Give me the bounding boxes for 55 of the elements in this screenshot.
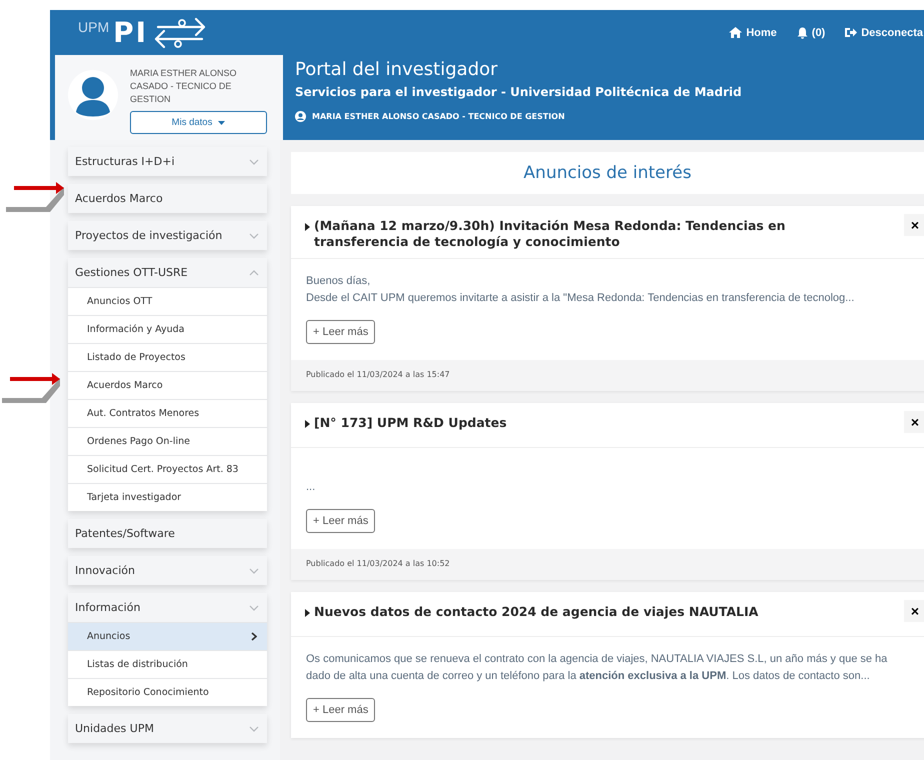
notifications-link[interactable]: (0) [796, 26, 826, 38]
user-name: MARIA ESTHER ALONSO CASADO - TECNICO DE GESTION [130, 67, 238, 106]
publish-date: Publicado el 11/03/2024 a las 15:47 [306, 370, 450, 379]
announcement-title: [N° 173] UPM R&D Updates [314, 415, 508, 431]
read-more-button[interactable]: + Leer más [306, 320, 376, 344]
section-heading: Anuncios de interés [291, 152, 924, 194]
announcement-text: dado de alta una cuenta de correo y un teléfono para la atención exclusiva a la UPM. Los datos de contacto son... [306, 669, 871, 684]
page-title: Portal del investigador [295, 58, 499, 82]
sidebar-item[interactable]: Proyectos de investigación [68, 221, 267, 250]
announcement-text: ... [306, 480, 316, 495]
sidebar-subitem[interactable]: Ordenes Pago On-line [68, 427, 267, 455]
read-more-button[interactable]: + Leer más [306, 509, 376, 533]
sidebar-item[interactable]: Estructuras I+D+i [68, 147, 267, 176]
user-role: MARIA ESTHER ALONSO CASADO - TECNICO DE GESTION [312, 112, 565, 121]
sidebar-subitem[interactable]: Solicitud Cert. Proyectos Art. 83 [68, 455, 267, 483]
chevron-right-icon [251, 632, 257, 641]
logout-link[interactable]: Desconecta [845, 26, 923, 38]
sidebar-subitem[interactable]: Información y Ayuda [68, 315, 267, 343]
page-subtitle: Servicios para el investigador - Universidad Politécnica de Madrid [295, 85, 742, 99]
caret-right-icon [305, 223, 310, 231]
avatar-icon [68, 70, 118, 120]
sidebar-item[interactable]: Gestiones OTT-USRE [68, 258, 267, 287]
caret-right-icon [305, 609, 310, 617]
sidebar-subitem[interactable]: Anuncios [68, 622, 267, 650]
announcement-text: Desde el CAIT UPM queremos invitarte a asistir a la "Mesa Redonda: Tendencias en transferencia de tecnolog... [306, 291, 856, 306]
sign-out-icon [845, 27, 858, 38]
announcement-text: Buenos días, [306, 274, 372, 289]
sidebar-item[interactable]: Información [68, 593, 267, 622]
logo-text: PI [113, 18, 148, 48]
home-link[interactable]: Home [729, 26, 777, 38]
sidebar-item[interactable]: Patentes/Software [68, 519, 267, 548]
sidebar-item[interactable]: Unidades UPM [68, 714, 267, 743]
read-more-button[interactable]: + Leer más [306, 698, 376, 722]
sidebar-subitem[interactable]: Listado de Proyectos [68, 343, 267, 371]
logo-text: UPM [78, 18, 110, 34]
announcement-title: Nuevos datos de contacto 2024 de agencia de viajes NAUTALIA [314, 604, 760, 620]
sidebar-subitem[interactable]: Tarjeta investigador [68, 483, 267, 511]
sidebar-subitem[interactable]: Repositorio Conocimiento [68, 678, 267, 706]
publish-date: Publicado el 11/03/2024 a las 10:52 [306, 559, 450, 568]
bell-icon [796, 26, 808, 38]
user-circle-icon [295, 111, 306, 122]
caret-right-icon [305, 420, 310, 428]
close-button[interactable]: × [904, 214, 924, 236]
sidebar-subitem[interactable]: Aut. Contratos Menores [68, 399, 267, 427]
sidebar-subitem[interactable]: Acuerdos Marco [68, 371, 267, 399]
announcement-text: Os comunicamos que se renueva el contrato con la agencia de viajes, NAUTALIA VIAJES S.L, un año más y que se ha [306, 652, 888, 667]
home-icon [729, 27, 742, 38]
caret-icon [218, 120, 226, 124]
sidebar-subitem[interactable]: Anuncios OTT [68, 287, 267, 315]
announcement-title: (Mañana 12 marzo/9.30h) Invitación Mesa Redonda: Tendencias en transferencia de tecnología y conocimiento [314, 218, 786, 250]
sidebar-subitem[interactable]: Listas de distribución [68, 650, 267, 678]
close-button[interactable]: × [904, 411, 924, 433]
close-button[interactable]: × [904, 600, 924, 622]
my-data-button[interactable]: Mis datos [130, 111, 267, 134]
sidebar-item[interactable]: Innovación [68, 556, 267, 585]
